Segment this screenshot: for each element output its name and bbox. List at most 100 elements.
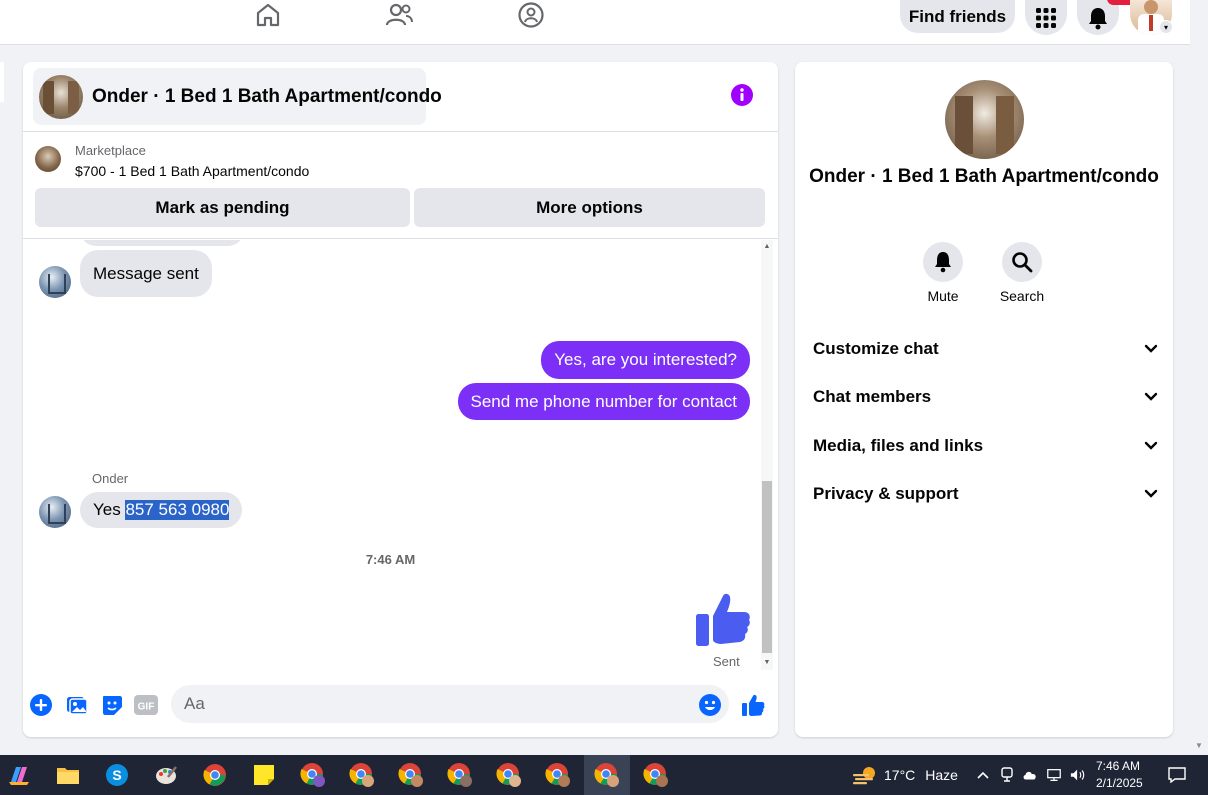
scroll-down-arrow[interactable]: ▼ (762, 658, 772, 668)
emoji-icon[interactable] (698, 693, 722, 717)
outgoing-message: Yes, are you interested? (541, 341, 750, 379)
chevron-down-icon (1144, 392, 1158, 401)
left-edge-strip (0, 62, 4, 102)
conversation-name: Onder · 1 Bed 1 Bath Apartment/condo (809, 166, 1159, 187)
network-icon[interactable] (1046, 767, 1062, 783)
friends-icon[interactable] (383, 0, 415, 30)
message-input[interactable] (171, 685, 729, 723)
paint-icon[interactable] (153, 762, 179, 788)
message-timestamp: 7:46 AM (365, 552, 416, 567)
haze-icon (853, 767, 875, 785)
page-scroll-down-arrow[interactable]: ▼ (1195, 741, 1203, 750)
more-options-button[interactable]: More options (414, 188, 765, 227)
chrome-icon[interactable] (202, 762, 228, 788)
top-navigation-bar: Find friends ▾ (0, 0, 1190, 45)
menu-grid-button[interactable] (1025, 0, 1067, 35)
groups-icon[interactable] (515, 0, 547, 30)
grid-icon (1036, 7, 1056, 28)
message-composer: GIF (23, 677, 778, 737)
clock-date: 2/1/2025 (1096, 776, 1143, 790)
notifications-button[interactable] (1077, 0, 1119, 35)
sender-name: Onder (92, 471, 129, 486)
chrome-profile-icon[interactable] (643, 762, 669, 788)
marketplace-listing-bar: Marketplace $700 - 1 Bed 1 Bath Apartmen… (23, 133, 778, 239)
chrome-profile-icon[interactable] (447, 762, 473, 788)
section-label: Media, files and links (813, 436, 984, 455)
info-icon[interactable] (731, 84, 753, 106)
svg-text:S: S (112, 767, 121, 783)
listing-title[interactable]: $700 - 1 Bed 1 Bath Apartment/condo (75, 163, 309, 179)
onedrive-cloud-icon[interactable] (1022, 767, 1038, 783)
section-chat-members[interactable]: Chat members (813, 382, 1158, 412)
incoming-message: Message sent (80, 250, 212, 297)
chrome-profile-icon[interactable] (496, 762, 522, 788)
windows-taskbar: S 17°C Haze 7:46 AM 2/1/2025 (0, 755, 1208, 795)
like-button-icon[interactable] (741, 693, 765, 717)
section-privacy-support[interactable]: Privacy & support (813, 479, 1158, 509)
scroll-up-arrow[interactable]: ▲ (762, 242, 772, 252)
chat-panel: Onder · 1 Bed 1 Bath Apartment/condo Mar… (23, 62, 778, 737)
gif-icon[interactable]: GIF (134, 693, 158, 717)
contact-avatar[interactable] (39, 266, 71, 298)
chevron-down-icon[interactable]: ▾ (1159, 20, 1173, 34)
copilot-icon[interactable] (6, 762, 32, 788)
gif-icon-label: GIF (138, 702, 155, 713)
contact-avatar[interactable] (39, 496, 71, 528)
chevron-down-icon (1144, 344, 1158, 353)
plus-icon[interactable] (29, 693, 53, 717)
volume-icon[interactable] (1070, 767, 1086, 783)
section-label: Privacy & support (813, 484, 959, 503)
listing-avatar (39, 74, 83, 119)
chevron-down-icon (1144, 489, 1158, 498)
file-explorer-icon[interactable] (55, 762, 81, 788)
sticky-notes-icon[interactable] (251, 762, 277, 788)
section-media-files-links[interactable]: Media, files and links (813, 431, 1158, 461)
search-label: Search (999, 288, 1045, 304)
incoming-message: Yes 857 563 0980 (80, 492, 243, 528)
skype-icon[interactable]: S (104, 762, 130, 788)
chat-header-title-button[interactable]: Onder · 1 Bed 1 Bath Apartment/condo (33, 68, 442, 125)
message-list[interactable]: Message sent Yes, are you interested? Se… (23, 240, 778, 672)
selected-phone-number[interactable]: 857 563 0980 (125, 500, 230, 520)
previous-message-bubble (80, 240, 244, 246)
notification-center-icon[interactable] (1167, 766, 1187, 784)
photo-icon[interactable] (65, 693, 89, 717)
search-button[interactable]: Search (982, 242, 1062, 304)
marketplace-label: Marketplace (75, 143, 146, 158)
section-customize-chat[interactable]: Customize chat (813, 334, 1158, 364)
mark-as-pending-button[interactable]: Mark as pending (35, 188, 410, 227)
conversation-info-panel: Onder · 1 Bed 1 Bath Apartment/condo Mut… (795, 62, 1173, 737)
message-scrollbar-thumb[interactable] (762, 481, 772, 653)
home-icon[interactable] (252, 0, 284, 30)
weather-widget[interactable]: 17°C Haze (852, 765, 958, 785)
bell-icon (935, 252, 951, 273)
sticker-icon[interactable] (100, 693, 124, 717)
chevron-down-icon (1144, 441, 1158, 450)
clock-time: 7:46 AM (1096, 759, 1141, 773)
system-clock[interactable]: 7:46 AM 2/1/2025 (1096, 758, 1143, 792)
thumbs-up-icon (696, 593, 750, 646)
weather-condition: Haze (925, 767, 958, 783)
temperature: 17°C (884, 767, 916, 783)
bell-icon (1089, 7, 1107, 29)
chrome-profile-icon[interactable] (398, 762, 424, 788)
section-label: Chat members (813, 387, 932, 406)
chrome-profile-icon[interactable] (300, 762, 326, 788)
search-icon (1012, 252, 1033, 273)
chevron-up-icon[interactable] (975, 767, 991, 783)
section-label: Customize chat (813, 339, 939, 358)
message-text: Yes (93, 500, 126, 519)
chat-title: Onder · 1 Bed 1 Bath Apartment/condo (92, 85, 442, 107)
listing-avatar-large[interactable] (945, 80, 1024, 159)
meet-icon[interactable] (999, 767, 1015, 783)
find-friends-button[interactable]: Find friends (900, 0, 1015, 33)
listing-thumbnail[interactable] (35, 146, 61, 172)
sent-status: Sent (713, 654, 740, 669)
page-scrollbar[interactable] (1190, 0, 1208, 755)
mute-button[interactable]: Mute (903, 242, 983, 304)
chrome-profile-icon[interactable] (545, 762, 571, 788)
mute-label: Mute (927, 288, 959, 304)
chrome-profile-icon[interactable] (349, 762, 375, 788)
chat-header: Onder · 1 Bed 1 Bath Apartment/condo (23, 62, 778, 132)
chrome-profile-icon-active[interactable] (594, 762, 620, 788)
